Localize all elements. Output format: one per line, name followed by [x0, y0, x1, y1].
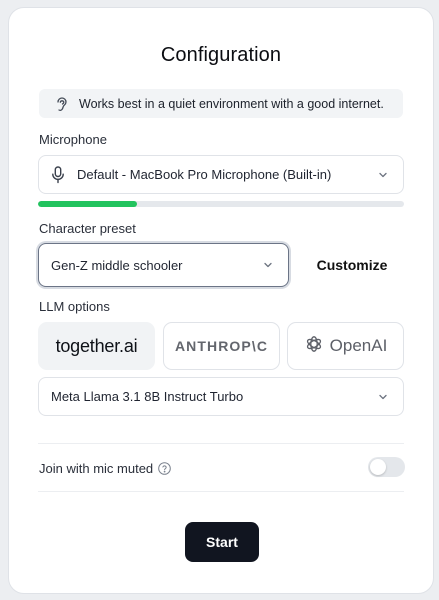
customize-button[interactable]: Customize	[298, 243, 406, 287]
provider-openai[interactable]: OpenAI	[287, 322, 404, 370]
mute-row: Join with mic muted	[39, 460, 171, 476]
microphone-level-fill	[38, 201, 137, 207]
openai-logo-icon	[304, 334, 324, 359]
openai-logo-text: OpenAI	[329, 336, 388, 355]
chevron-down-icon	[262, 259, 274, 271]
microphone-selected-value: Default - MacBook Pro Microphone (Built-…	[77, 167, 332, 182]
anthropic-logo: ANTHROP\C	[174, 338, 269, 354]
character-preset-label: Character preset	[39, 221, 136, 236]
llm-options-label: LLM options	[39, 299, 110, 314]
divider	[38, 443, 404, 444]
join-muted-label: Join with mic muted	[39, 460, 154, 476]
notice-text: Works best in a quiet environment with a…	[79, 96, 384, 111]
ear-icon	[55, 96, 69, 112]
mic-muted-toggle[interactable]	[368, 457, 405, 477]
microphone-select[interactable]: Default - MacBook Pro Microphone (Built-…	[38, 155, 404, 194]
llm-provider-group: together.ai ANTHROP\C OpenAI	[38, 322, 404, 370]
llm-model-select[interactable]: Meta Llama 3.1 8B Instruct Turbo	[38, 377, 404, 416]
start-button[interactable]: Start	[185, 522, 259, 562]
character-preset-select[interactable]: Gen-Z middle schooler	[38, 243, 289, 287]
together-ai-logo: together.ai	[55, 335, 138, 356]
configuration-card: Configuration Works best in a quiet envi…	[8, 7, 434, 594]
page-title: Configuration	[160, 44, 282, 66]
provider-together-ai[interactable]: together.ai	[38, 322, 155, 370]
provider-anthropic[interactable]: ANTHROP\C	[163, 322, 280, 370]
divider	[38, 491, 404, 492]
character-preset-selected-value: Gen-Z middle schooler	[51, 257, 183, 273]
llm-model-selected-value: Meta Llama 3.1 8B Instruct Turbo	[51, 389, 244, 404]
notice-banner: Works best in a quiet environment with a…	[39, 89, 403, 118]
microphone-label: Microphone	[39, 132, 107, 147]
help-icon[interactable]	[158, 461, 171, 475]
chevron-down-icon	[377, 391, 389, 403]
microphone-icon	[51, 165, 65, 184]
microphone-level-bar	[38, 201, 404, 207]
toggle-knob	[370, 459, 386, 475]
chevron-down-icon	[377, 169, 389, 181]
